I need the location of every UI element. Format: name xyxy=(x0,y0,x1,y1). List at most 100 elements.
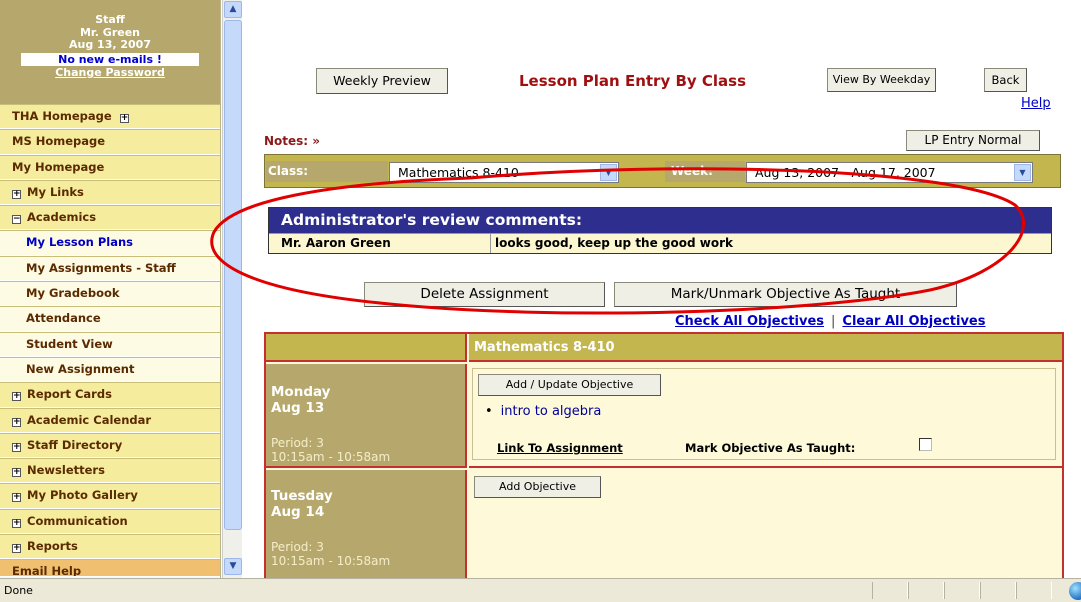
sidebar-item-my-assignments-staff[interactable]: My Assignments - Staff xyxy=(0,255,220,282)
internet-zone-icon xyxy=(1069,582,1081,600)
sidebar-item-student-view[interactable]: Student View xyxy=(0,331,220,357)
delete-assignment-button[interactable]: Delete Assignment xyxy=(364,282,605,307)
sidebar-item-new-assignment[interactable]: New Assignment xyxy=(0,356,220,383)
sidebar-item-label: My Lesson Plans xyxy=(26,235,134,250)
expand-icon[interactable]: + xyxy=(12,417,21,427)
chevron-down-icon[interactable]: ▼ xyxy=(600,164,617,181)
status-text: Done xyxy=(4,584,33,597)
view-by-weekday-button[interactable]: View By Weekday xyxy=(827,68,936,92)
reviewer-name: Mr. Aaron Green xyxy=(269,234,491,253)
sidebar-item-my-lesson-plans[interactable]: My Lesson Plans xyxy=(0,230,220,256)
sidebar-item-label: My Links xyxy=(27,184,84,199)
sidebar-item-label: Academics xyxy=(27,210,97,225)
plan-header-blank xyxy=(266,334,467,362)
tuesday-objectives-cell: Add Objective xyxy=(469,470,1062,578)
period-label: Period: 3 xyxy=(271,436,324,450)
add-update-objective-button[interactable]: Add / Update Objective xyxy=(478,374,661,396)
status-bar: Done xyxy=(0,578,1081,602)
sidebar-scrollbar[interactable]: ▲ ▼ xyxy=(222,0,242,578)
objective-item[interactable]: • intro to algebra xyxy=(485,404,601,419)
sidebar-item-label: Reports xyxy=(27,539,78,554)
sidebar-item-label: My Photo Gallery xyxy=(27,488,138,503)
link-separator: | xyxy=(831,314,836,329)
chevron-down-icon[interactable]: ▼ xyxy=(1014,164,1031,181)
status-panel xyxy=(1016,582,1052,599)
lp-entry-normal-button[interactable]: LP Entry Normal xyxy=(906,130,1040,151)
clear-all-objectives-link[interactable]: Clear All Objectives xyxy=(842,314,985,329)
sidebar-item-newsletters[interactable]: + Newsletters xyxy=(0,458,220,484)
user-role: Staff xyxy=(95,13,125,26)
expand-icon[interactable]: + xyxy=(12,468,21,478)
sidebar-item-label: Newsletters xyxy=(27,463,105,478)
sidebar-item-label: THA Homepage xyxy=(12,109,112,123)
link-to-assignment-link[interactable]: Link To Assignment xyxy=(497,441,623,455)
lesson-plan-table: Mathematics 8-410 Monday Aug 13 Period: … xyxy=(264,332,1064,578)
sidebar-item-my-photo-gallery[interactable]: + My Photo Gallery xyxy=(0,483,220,509)
sidebar-item-academic-calendar[interactable]: + Academic Calendar xyxy=(0,407,220,433)
change-password-link[interactable]: Change Password xyxy=(0,66,220,79)
help-link[interactable]: Help xyxy=(1021,96,1051,111)
scroll-thumb[interactable] xyxy=(224,20,242,530)
notes-toggle[interactable]: Notes: » xyxy=(264,134,320,148)
sidebar-item-reports[interactable]: + Reports xyxy=(0,534,220,560)
day-name: Monday xyxy=(271,384,331,400)
week-select[interactable]: Aug 13, 2007 - Aug 17, 2007 ▼ xyxy=(746,162,1033,183)
admin-review-row: Mr. Aaron Green looks good, keep up the … xyxy=(269,233,1051,253)
expand-icon[interactable]: + xyxy=(119,114,129,123)
objective-box: Add / Update Objective • intro to algebra… xyxy=(472,368,1056,460)
sidebar-item-email-help[interactable]: Email Help xyxy=(0,559,220,578)
sidebar-item-label: Email Help xyxy=(12,564,82,578)
sidebar-item-staff-directory[interactable]: + Staff Directory xyxy=(0,432,220,459)
day-cell-tuesday: Tuesday Aug 14 Period: 3 10:15am - 10:58… xyxy=(266,470,467,578)
sidebar: Staff Mr. Green Aug 13, 2007 No new e-ma… xyxy=(0,0,221,578)
user-info-box: Staff Mr. Green Aug 13, 2007 No new e-ma… xyxy=(0,0,220,104)
sidebar-item-attendance[interactable]: Attendance xyxy=(0,306,220,332)
main-content: Weekly Preview Lesson Plan Entry By Clas… xyxy=(243,0,1081,578)
email-status[interactable]: No new e-mails ! xyxy=(21,52,199,66)
expand-icon[interactable]: + xyxy=(12,518,21,528)
expand-icon[interactable]: + xyxy=(12,544,21,554)
sidebar-item-communication[interactable]: + Communication xyxy=(0,508,220,535)
sidebar-item-tha-homepage[interactable]: THA Homepage + xyxy=(0,104,220,130)
page-title: Lesson Plan Entry By Class xyxy=(519,72,747,90)
sidebar-item-report-cards[interactable]: + Report Cards xyxy=(0,382,220,408)
review-comment: looks good, keep up the good work xyxy=(495,236,733,250)
collapse-icon[interactable]: − xyxy=(12,215,21,225)
week-select-value: Aug 13, 2007 - Aug 17, 2007 xyxy=(755,165,936,180)
sidebar-item-my-homepage[interactable]: My Homepage xyxy=(0,154,220,180)
day-cell-monday: Monday Aug 13 Period: 3 10:15am - 10:58a… xyxy=(266,364,467,468)
sidebar-item-label: Student View xyxy=(26,336,113,351)
sidebar-item-label: Communication xyxy=(27,513,128,528)
admin-review-table: Administrator's review comments: Mr. Aar… xyxy=(268,207,1052,254)
sidebar-item-my-gradebook[interactable]: My Gradebook xyxy=(0,281,220,307)
sidebar-item-ms-homepage[interactable]: MS Homepage xyxy=(0,129,220,155)
class-week-filter-bar: Class: Mathematics 8-410 ▼ Week: Aug 13,… xyxy=(264,154,1061,188)
sidebar-item-label: My Assignments - Staff xyxy=(26,260,176,275)
admin-review-heading: Administrator's review comments: xyxy=(269,208,1051,233)
scroll-down-icon[interactable]: ▼ xyxy=(224,558,242,575)
expand-icon[interactable]: + xyxy=(12,493,21,503)
check-all-objectives-link[interactable]: Check All Objectives xyxy=(675,314,824,329)
day-date: Aug 14 xyxy=(271,504,325,520)
sidebar-item-my-links[interactable]: + My Links xyxy=(0,179,220,206)
back-button[interactable]: Back xyxy=(984,68,1027,92)
sidebar-item-label: MS Homepage xyxy=(12,134,106,149)
sidebar-item-label: My Homepage xyxy=(12,159,105,174)
current-date: Aug 13, 2007 xyxy=(69,38,151,51)
class-label: Class: xyxy=(266,161,388,182)
status-panel xyxy=(872,582,908,599)
objective-text[interactable]: intro to algebra xyxy=(501,404,602,419)
mark-unmark-objective-button[interactable]: Mark/Unmark Objective As Taught xyxy=(614,282,957,307)
add-objective-button[interactable]: Add Objective xyxy=(474,476,601,498)
mark-taught-checkbox[interactable] xyxy=(919,438,932,451)
weekly-preview-button[interactable]: Weekly Preview xyxy=(316,68,448,94)
expand-icon[interactable]: + xyxy=(12,189,21,199)
plan-class-header: Mathematics 8-410 xyxy=(469,334,1062,362)
expand-icon[interactable]: + xyxy=(12,392,21,402)
status-panel xyxy=(980,582,1016,599)
expand-icon[interactable]: + xyxy=(12,442,21,452)
sidebar-item-academics[interactable]: − Academics xyxy=(0,205,220,231)
scroll-up-icon[interactable]: ▲ xyxy=(224,1,242,18)
sidebar-item-label: Report Cards xyxy=(27,387,112,402)
class-select[interactable]: Mathematics 8-410 ▼ xyxy=(389,162,619,183)
